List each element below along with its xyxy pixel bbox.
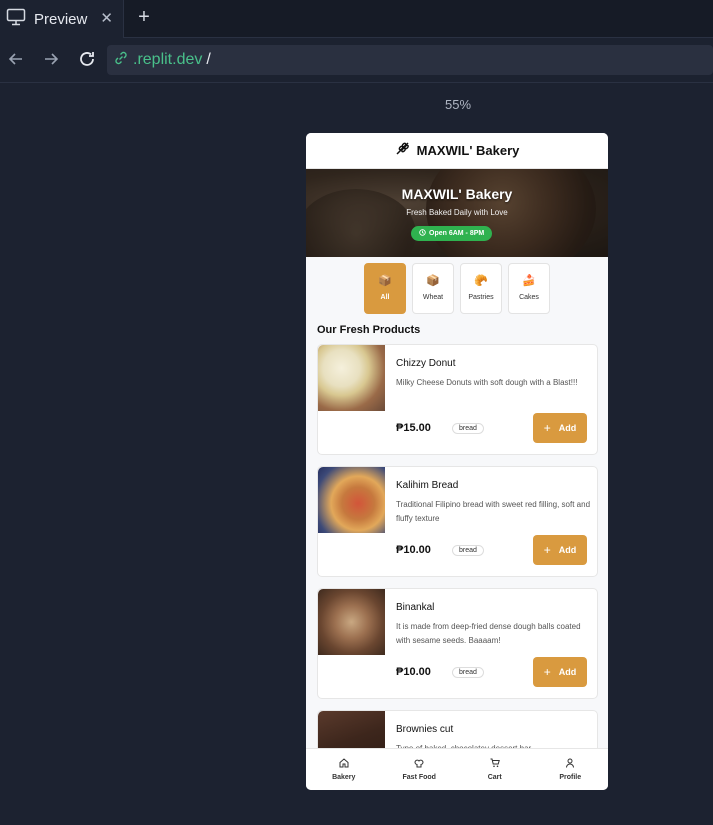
user-icon [565, 758, 575, 768]
box-icon: 📦 [426, 275, 440, 287]
product-name: Brownies cut [396, 724, 454, 735]
product-image [318, 345, 385, 411]
cake-icon: 🍰 [522, 275, 536, 287]
app-header: MAXWIL' Bakery [306, 133, 608, 169]
forward-arrow-icon[interactable] [43, 51, 59, 72]
add-to-cart-button[interactable]: + Add [533, 657, 587, 687]
link-icon [113, 50, 129, 71]
url-field[interactable]: .replit.dev / [107, 45, 713, 75]
tab-title: Preview [34, 10, 88, 28]
category-pastries[interactable]: 🥐 Pastries [460, 263, 502, 314]
app-title: MAXWIL' Bakery [416, 143, 520, 158]
tab-bar: Preview ✕ + [0, 0, 713, 38]
category-filter: 📦 All 📦 Wheat 🥐 Pastries 🍰 Cakes [306, 257, 608, 314]
reload-icon[interactable] [78, 50, 96, 73]
hero-title: MAXWIL' Bakery [401, 186, 513, 202]
zoom-level: 55% [444, 97, 472, 112]
nav-bakery[interactable]: Bakery [306, 749, 382, 790]
product-description: Milky Cheese Donuts with soft dough with… [396, 378, 578, 387]
clock-icon [419, 229, 426, 238]
nav-profile[interactable]: Profile [533, 749, 609, 790]
category-wheat[interactable]: 📦 Wheat [412, 263, 454, 314]
bottom-navigation: Bakery Fast Food Cart Profile [306, 748, 608, 790]
product-image [318, 589, 385, 655]
croissant-icon: 🥐 [474, 275, 488, 287]
product-tag: bread [452, 423, 484, 434]
product-name: Kalihim Bread [396, 480, 459, 491]
category-cakes[interactable]: 🍰 Cakes [508, 263, 550, 314]
product-name: Binankal [396, 602, 435, 613]
product-price: ₱10.00 [396, 666, 431, 678]
product-tag: bread [452, 545, 484, 556]
url-path: / [206, 51, 211, 68]
product-description: Traditional Filipino bread with sweet re… [396, 500, 591, 523]
plus-icon: + [543, 543, 551, 557]
close-icon[interactable]: ✕ [100, 9, 113, 27]
nav-fast-food[interactable]: Fast Food [382, 749, 458, 790]
plus-icon: + [543, 665, 551, 679]
app-preview: MAXWIL' Bakery MAXWIL' Bakery Fresh Bake… [306, 133, 608, 790]
product-card[interactable]: Kalihim Bread Traditional Filipino bread… [317, 466, 598, 577]
open-hours-badge: Open 6AM - 8PM [411, 226, 493, 241]
section-title: Our Fresh Products [317, 324, 421, 336]
url-host: .replit.dev [133, 51, 203, 68]
product-card[interactable]: Chizzy Donut Milky Cheese Donuts with so… [317, 344, 598, 455]
hero-subtitle: Fresh Baked Daily with Love [406, 208, 508, 217]
home-icon [339, 758, 349, 768]
hero-banner: MAXWIL' Bakery Fresh Baked Daily with Lo… [306, 169, 608, 257]
product-price: ₱15.00 [396, 422, 431, 434]
add-to-cart-button[interactable]: + Add [533, 535, 587, 565]
address-bar-row: .replit.dev / [0, 39, 713, 83]
nav-cart[interactable]: Cart [457, 749, 533, 790]
plus-icon: + [543, 421, 551, 435]
category-all[interactable]: 📦 All [364, 263, 406, 314]
product-tag: bread [452, 667, 484, 678]
product-image [318, 467, 385, 533]
tab-preview[interactable]: Preview ✕ [0, 0, 124, 38]
chef-hat-icon [414, 758, 424, 768]
product-description: It is made from deep-fried dense dough b… [396, 622, 581, 645]
product-price: ₱10.00 [396, 544, 431, 556]
wheat-icon [395, 140, 411, 161]
back-arrow-icon[interactable] [8, 51, 24, 72]
add-to-cart-button[interactable]: + Add [533, 413, 587, 443]
new-tab-button[interactable]: + [134, 6, 154, 29]
product-card[interactable]: Binankal It is made from deep-fried dens… [317, 588, 598, 699]
cart-icon [490, 758, 500, 768]
product-name: Chizzy Donut [396, 358, 456, 369]
monitor-icon [6, 8, 26, 31]
box-icon: 📦 [378, 275, 392, 287]
